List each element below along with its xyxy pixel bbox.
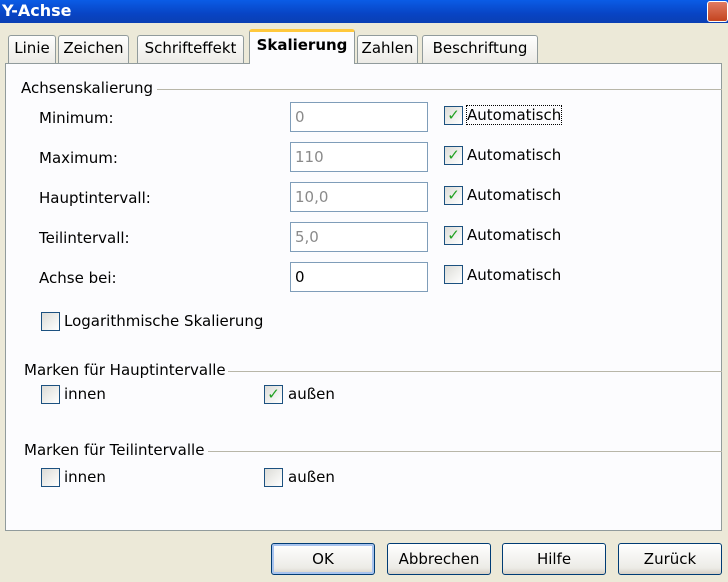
group-label-minor-ticks: Marken für Teilintervalle (24, 441, 205, 459)
minimum-label: Minimum: (39, 109, 114, 127)
close-button[interactable] (707, 1, 728, 22)
minor-interval-field[interactable]: 5,0 (290, 222, 428, 252)
axis-at-auto-label[interactable]: Automatisch (467, 266, 561, 284)
ok-button[interactable]: OK (271, 543, 375, 575)
minimum-auto-label[interactable]: Automatisch (465, 105, 563, 125)
major-interval-field[interactable]: 10,0 (290, 182, 428, 212)
axis-at-label: Achse bei: (39, 269, 117, 287)
minor-inner-label[interactable]: innen (64, 468, 106, 486)
tab-zahlen[interactable]: Zahlen (357, 35, 418, 63)
maximum-auto-label[interactable]: Automatisch (467, 146, 561, 164)
group-label-major-ticks: Marken für Hauptintervalle (24, 361, 226, 379)
group-label-scaling: Achsenskalierung (21, 79, 153, 97)
back-button[interactable]: Zurück (618, 543, 722, 575)
major-outer-checkbox[interactable]: ✓ (264, 385, 283, 404)
minor-interval-label: Teilintervall: (39, 229, 130, 247)
tab-beschriftung[interactable]: Beschriftung (422, 35, 538, 63)
group-divider (157, 89, 722, 90)
minimum-auto-checkbox[interactable]: ✓ (444, 106, 463, 125)
maximum-field[interactable]: 110 (290, 142, 428, 172)
title-bar: Y-Achse (0, 0, 728, 23)
major-interval-label: Hauptintervall: (39, 189, 151, 207)
minor-outer-checkbox[interactable] (264, 468, 283, 487)
major-interval-auto-checkbox[interactable]: ✓ (444, 186, 463, 205)
minor-interval-auto-label[interactable]: Automatisch (467, 226, 561, 244)
tab-zeichen[interactable]: Zeichen (58, 35, 129, 63)
tab-schrifteffekt[interactable]: Schrifteffekt (137, 35, 244, 63)
log-scale-label[interactable]: Logarithmische Skalierung (64, 312, 263, 330)
group-divider (228, 371, 722, 372)
minimum-field[interactable]: 0 (290, 102, 428, 132)
minor-interval-auto-checkbox[interactable]: ✓ (444, 226, 463, 245)
help-button[interactable]: Hilfe (502, 543, 606, 575)
group-divider (208, 451, 722, 452)
tab-bar: Linie Zeichen Schrifteffekt Skalierung Z… (0, 29, 728, 64)
tab-skalierung[interactable]: Skalierung (249, 29, 355, 64)
axis-at-field[interactable]: 0 (290, 262, 428, 292)
major-inner-checkbox[interactable] (41, 385, 60, 404)
axis-at-auto-checkbox[interactable] (444, 265, 463, 284)
tab-panel (5, 63, 722, 531)
log-scale-checkbox[interactable] (41, 312, 60, 331)
cancel-button[interactable]: Abbrechen (387, 543, 491, 575)
major-inner-label[interactable]: innen (64, 385, 106, 403)
minor-outer-label[interactable]: außen (288, 468, 335, 486)
maximum-label: Maximum: (39, 149, 118, 167)
major-interval-auto-label[interactable]: Automatisch (467, 186, 561, 204)
window-title: Y-Achse (2, 1, 72, 20)
major-outer-label[interactable]: außen (288, 385, 335, 403)
minor-inner-checkbox[interactable] (41, 468, 60, 487)
tab-linie[interactable]: Linie (8, 35, 56, 63)
maximum-auto-checkbox[interactable]: ✓ (444, 146, 463, 165)
